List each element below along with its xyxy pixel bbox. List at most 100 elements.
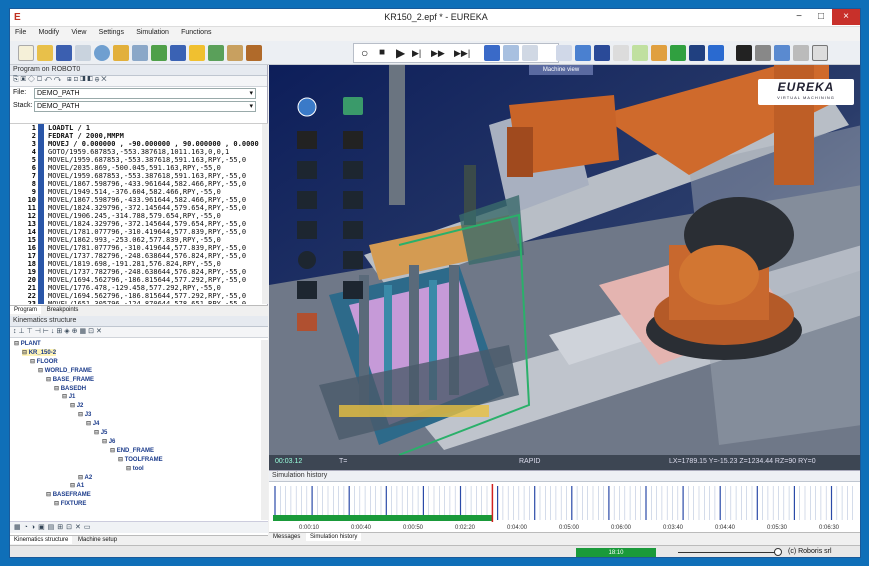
file-select[interactable]: DEMO_PATH ▾: [34, 88, 256, 99]
tree-node[interactable]: ⊟ BASEFRAME: [46, 491, 91, 498]
menu-modify[interactable]: Modify: [34, 27, 65, 38]
tree-node[interactable]: ⊟ PLANT: [14, 340, 41, 347]
tree-node[interactable]: ⊟ TOOLFRAME: [118, 456, 163, 463]
code-line[interactable]: MOVEL/1867.598796,-433.961644,582.466,RP…: [48, 196, 262, 204]
tree-node[interactable]: ⊟ A2: [78, 474, 92, 481]
menu-file[interactable]: File: [10, 27, 31, 38]
code-line[interactable]: MOVEL/1959.687853,-553.387618,591.163,RP…: [48, 172, 262, 180]
code-line[interactable]: MOVEL/2035.869,-500.045,591.163,RPY,-55,…: [48, 164, 262, 172]
code-line[interactable]: MOVEL/1737.782796,-248.638644,576.824,RP…: [48, 268, 262, 276]
tools-icon[interactable]: [227, 45, 243, 61]
chart-icon[interactable]: [736, 45, 752, 61]
code-line[interactable]: MOVEL/1867.598796,-433.961644,582.466,RP…: [48, 180, 262, 188]
layer-icon[interactable]: [208, 45, 224, 61]
tree-node[interactable]: ⊟ tool: [126, 465, 144, 472]
expand-icon[interactable]: ⊟: [126, 466, 133, 472]
kinematics-bottom-toolbar[interactable]: ▦◔◑▣▤⊞⊡✕▭: [10, 521, 268, 533]
measure-icon[interactable]: [522, 45, 538, 61]
code-line[interactable]: MOVEL/1694.562796,-186.815644,577.292,RP…: [48, 292, 262, 300]
zoom-slider-handle[interactable]: [774, 548, 782, 556]
expand-icon[interactable]: ⊟: [54, 386, 61, 392]
menu-simulation[interactable]: Simulation: [131, 27, 174, 38]
vertical-scrollbar[interactable]: [261, 340, 268, 520]
expand-icon[interactable]: ⊟: [30, 359, 37, 365]
expand-icon[interactable]: ⊟: [54, 501, 61, 507]
kinematics-tree[interactable]: ⊟ PLANT ⊟ KR_150-2 ⊟ FLOOR ⊟ WORLD_FRAME ⊟ B…: [10, 340, 260, 510]
tree-node[interactable]: ⊟ KR_150-2: [22, 348, 57, 356]
expand-icon[interactable]: ⊟: [62, 394, 69, 400]
window-icon[interactable]: [793, 45, 809, 61]
tab-simulation-history[interactable]: Simulation history: [306, 533, 362, 541]
tab-program[interactable]: Program: [10, 306, 42, 314]
sort-icon[interactable]: [575, 45, 591, 61]
step-sim-button[interactable]: ▶|: [412, 46, 421, 60]
stack-select[interactable]: DEMO_PATH ▾: [34, 101, 256, 112]
expand-icon[interactable]: ⊟: [38, 368, 45, 374]
open-folder-icon[interactable]: [37, 45, 53, 61]
tree-node[interactable]: ⊟ FIXTURE: [54, 500, 86, 507]
expand-icon[interactable]: ⊟: [110, 448, 117, 454]
expand-icon[interactable]: ⊟: [86, 421, 93, 427]
expand-icon[interactable]: ⊟: [94, 430, 101, 436]
monitor-icon[interactable]: [651, 45, 667, 61]
code-line[interactable]: MOVEL/1824.329796,-372.145644,579.654,RP…: [48, 204, 262, 212]
new-file-icon[interactable]: [18, 45, 34, 61]
code-line[interactable]: MOVEL/1959.687853,-553.387618,591.163,RP…: [48, 156, 262, 164]
tree-node[interactable]: ⊟ FLOOR: [30, 358, 58, 365]
program-toolbar[interactable]: ⎘▣◇▢↶↷ ⊞⊡◨◧⊕✕: [10, 76, 267, 87]
close-button[interactable]: ×: [832, 9, 860, 25]
zoom-icon[interactable]: [94, 45, 110, 61]
expand-icon[interactable]: ⊟: [118, 457, 125, 463]
run-to-end-button[interactable]: ▶▶|: [454, 46, 470, 60]
code-line[interactable]: MOVEL/1737.782796,-248.638644,576.824,RP…: [48, 252, 262, 260]
ruler-icon[interactable]: [503, 45, 519, 61]
code-line[interactable]: MOVEL/1776.478,-129.458,577.292,RPY,-55,…: [48, 284, 262, 292]
tree-node[interactable]: ⊟ A1: [70, 482, 84, 489]
fast-forward-button[interactable]: ▶▶: [431, 46, 445, 60]
pointer-icon[interactable]: [246, 45, 262, 61]
cut-icon[interactable]: [75, 45, 91, 61]
kinematics-toolbar[interactable]: ↕⊥⊤⊣⊢↓⊞◈⊕▦⊡✕: [10, 327, 268, 338]
expand-icon[interactable]: ⊟: [14, 341, 21, 347]
code-line[interactable]: MOVEL/1781.077796,-310.419644,577.839,RP…: [48, 244, 262, 252]
tree-node[interactable]: ⊟ J4: [86, 420, 99, 427]
code-line[interactable]: LOADTL / 1: [48, 124, 262, 132]
code-line[interactable]: MOVEL/1824.329796,-372.145644,579.654,RP…: [48, 220, 262, 228]
move-icon[interactable]: [632, 45, 648, 61]
vertical-scrollbar[interactable]: [262, 124, 268, 304]
tree-node[interactable]: ⊟ J6: [102, 438, 115, 445]
triangle-icon[interactable]: [755, 45, 771, 61]
code-line[interactable]: FEDRAT / 2000,MMPM: [48, 132, 262, 140]
code-line[interactable]: MOVEJ / 0.000000 , -90.000000 , 90.00000…: [48, 140, 262, 148]
tree-node[interactable]: ⊟ WORLD_FRAME: [38, 367, 92, 374]
code-line[interactable]: MOVEL/1651.305796,-124.870644,578.651,RP…: [48, 300, 262, 304]
zoom-slider-track[interactable]: [678, 552, 778, 553]
options-icon[interactable]: [774, 45, 790, 61]
tab-breakpoints[interactable]: Breakpoints: [43, 306, 83, 314]
tree-node[interactable]: ⊟ J5: [94, 429, 107, 436]
tree-node[interactable]: ⊟ BASEDH: [54, 385, 86, 392]
play-sim-button[interactable]: ▶: [396, 46, 405, 60]
code-line[interactable]: MOVEL/1862.993,-253.062,577.839,RPY,-55,…: [48, 236, 262, 244]
menu-view[interactable]: View: [66, 27, 91, 38]
tree-node[interactable]: ⊟ END_FRAME: [110, 447, 154, 454]
palette-icon[interactable]: [594, 45, 610, 61]
minimize-button[interactable]: −: [788, 9, 810, 25]
menu-settings[interactable]: Settings: [94, 27, 129, 38]
settings-icon[interactable]: [708, 45, 724, 61]
expand-icon[interactable]: ⊟: [70, 403, 77, 409]
import-icon[interactable]: [151, 45, 167, 61]
expand-icon[interactable]: ⊟: [46, 377, 53, 383]
code-line[interactable]: MOVEL/1819.698,-191.281,576.824,RPY,-55,…: [48, 260, 262, 268]
ruler-triangle-icon[interactable]: [812, 45, 828, 61]
camera-icon[interactable]: [670, 45, 686, 61]
save-icon[interactable]: [56, 45, 72, 61]
program-icon[interactable]: [484, 45, 500, 61]
expand-icon[interactable]: ⊟: [78, 412, 85, 418]
projector-icon[interactable]: [689, 45, 705, 61]
code-line[interactable]: MOVEL/1781.077796,-310.419644,577.839,RP…: [48, 228, 262, 236]
grid-icon[interactable]: [556, 45, 572, 61]
paint-icon[interactable]: [170, 45, 186, 61]
code-line[interactable]: GOTO/1959.687853,-553.387618,1011.163,0,…: [48, 148, 262, 156]
material-icon[interactable]: [113, 45, 129, 61]
